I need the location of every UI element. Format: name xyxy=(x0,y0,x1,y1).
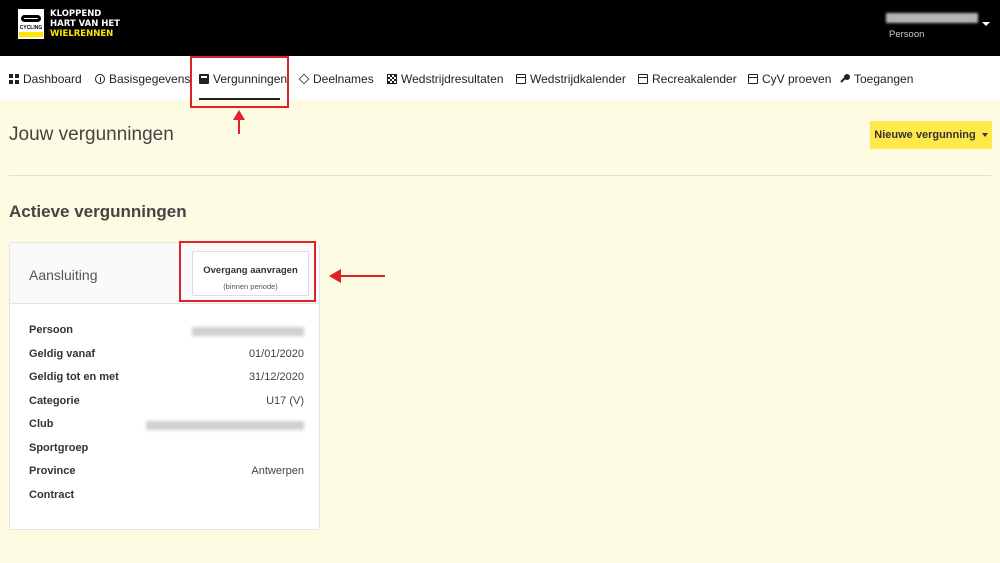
field-persoon: Persoon xyxy=(29,324,304,340)
annotation-highlight-vergunningen xyxy=(190,56,289,108)
nav-item-cyv-proeven[interactable]: CyV proeven xyxy=(748,72,831,86)
cycling-vlaanderen-logo[interactable]: CYCLING KLOPPEND HART VAN HET WIELRENNEN xyxy=(18,9,120,39)
calendar-icon xyxy=(748,74,758,84)
annotation-arrow-up-icon xyxy=(233,110,245,134)
nav-item-recreakalender[interactable]: Recreakalender xyxy=(638,72,737,86)
info-icon xyxy=(95,74,105,84)
checkered-flag-icon xyxy=(387,74,397,84)
logo-text: KLOPPEND HART VAN HET WIELRENNEN xyxy=(50,9,120,39)
annotation-arrow-left-icon xyxy=(329,269,385,283)
field-categorie: Categorie U17 (V) xyxy=(29,395,304,407)
caret-down-icon xyxy=(981,133,988,137)
field-geldig-vanaf: Geldig vanaf 01/01/2020 xyxy=(29,348,304,360)
field-club: Club xyxy=(29,418,304,434)
nav-item-toegangen[interactable]: Toegangen xyxy=(840,72,913,86)
user-role: Persoon xyxy=(889,29,925,40)
nav-item-wedstrijdkalender[interactable]: Wedstrijdkalender xyxy=(516,72,626,86)
divider xyxy=(9,175,991,176)
grid-icon xyxy=(9,74,19,84)
annotation-highlight-transfer-button xyxy=(179,241,316,302)
top-header: CYCLING KLOPPEND HART VAN HET WIELRENNEN… xyxy=(0,0,1000,56)
field-geldig-tot: Geldig tot en met 31/12/2020 xyxy=(29,371,304,383)
page-title: Jouw vergunningen xyxy=(9,124,174,145)
calendar-icon xyxy=(638,74,648,84)
new-license-button[interactable]: Nieuwe vergunning xyxy=(870,121,992,149)
field-province: Province Antwerpen xyxy=(29,465,304,477)
nav-item-dashboard[interactable]: Dashboard xyxy=(9,72,82,86)
main-nav: Dashboard Basisgegevens Vergunningen Dee… xyxy=(0,56,1000,100)
license-card-title: Aansluiting xyxy=(29,267,98,283)
field-sportgroep: Sportgroep xyxy=(29,442,89,454)
club-value-redacted xyxy=(146,421,304,430)
key-icon xyxy=(840,74,850,84)
nav-item-wedstrijdresultaten[interactable]: Wedstrijdresultaten xyxy=(387,72,504,86)
section-title: Actieve vergunningen xyxy=(9,202,187,221)
user-name-redacted[interactable] xyxy=(886,13,978,23)
logo-badge-icon: CYCLING xyxy=(18,9,44,39)
nav-item-basisgegevens[interactable]: Basisgegevens xyxy=(95,72,190,86)
user-menu-caret-icon[interactable] xyxy=(982,22,990,26)
nav-item-deelnames[interactable]: Deelnames xyxy=(298,72,374,86)
layers-icon xyxy=(298,73,310,85)
field-contract: Contract xyxy=(29,489,75,501)
persoon-value-redacted xyxy=(192,327,304,336)
calendar-icon xyxy=(516,74,526,84)
